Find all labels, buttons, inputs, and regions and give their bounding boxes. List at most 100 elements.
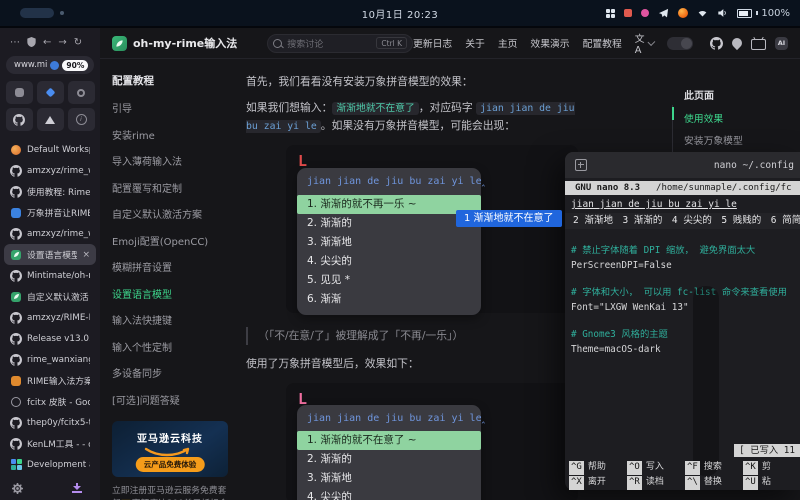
ad-brand: 亚马逊云科技 [112, 430, 228, 445]
tab-tutorial[interactable]: 使用教程: Rime [4, 181, 96, 202]
github-icon [10, 165, 22, 177]
language-switcher[interactable]: 文A [635, 31, 654, 56]
gitee-icon[interactable] [730, 36, 744, 50]
ai-icon[interactable]: AI [775, 37, 788, 50]
site-title[interactable]: oh-my-rime输入法 [133, 35, 237, 51]
candidate-1: 1. 渐渐的就不再一乐 ~ [297, 195, 481, 214]
terminal-window[interactable]: nano ~/.config GNU nano 8.3 /home/sunmap… [565, 152, 800, 490]
github-icon [10, 186, 22, 198]
tab-wanxiang-pinyin[interactable]: 万象拼音让RIME [4, 202, 96, 223]
extension-button-2[interactable] [37, 81, 64, 104]
tab-rime-scheme[interactable]: RIME输入法方案 [4, 370, 96, 391]
zoom-badge[interactable]: 90% [62, 60, 88, 71]
search-shortcut: Ctrl K [376, 37, 407, 49]
back-icon[interactable]: ← [43, 37, 51, 48]
candidate-window: jian jian de jiu bu zai yi le‸ 1. 渐渐的就不再… [297, 168, 481, 315]
ring-icon [77, 89, 85, 97]
sidebar-item-install-rime[interactable]: 安装rime [112, 127, 236, 142]
firefox-icon[interactable] [678, 8, 688, 18]
fcitx-candidate-strip: 2 渐渐地 3 渐渐的 4 尖尖的 5 贱贱的 6 简简单 [565, 213, 800, 229]
nav-about[interactable]: 关于 [465, 36, 485, 50]
nav-home[interactable]: 主页 [498, 36, 518, 50]
tab-rime-wanxiang-3[interactable]: rime_wanxiang/ [4, 349, 96, 370]
extension-button-3[interactable] [68, 81, 95, 104]
system-bar: 10月1日 20:23 100% [0, 0, 800, 26]
new-tab-icon[interactable] [575, 159, 587, 171]
battery-percent: 100% [761, 8, 790, 19]
toc-item-install-model[interactable]: 安装万象模型 [684, 133, 800, 147]
shortcut-key: ^O [627, 461, 642, 475]
shield-icon[interactable] [27, 37, 36, 47]
tab-close-icon[interactable]: × [82, 250, 90, 260]
tab-rime-wanxiang[interactable]: amzxyz/rime_wa [4, 160, 96, 181]
shortcut-key: ^R [627, 476, 642, 490]
sidebar-item-emoji[interactable]: Emoji配置(OpenCC) [112, 233, 236, 248]
docs-sidebar-nav: 配置教程 引导 安装rime 导入薄荷输入法 配置覆写和定制 自定义默认激活方案… [100, 59, 236, 500]
extension-button-5[interactable] [37, 108, 64, 131]
telegram-icon[interactable] [658, 8, 669, 19]
extension-icon-1 [15, 88, 24, 97]
bilibili-icon[interactable] [751, 39, 766, 50]
extension-grid: i [0, 81, 100, 131]
tab-fcitx-skin[interactable]: fcitx 皮肤 - Goo [4, 391, 96, 412]
tab-custom-scheme[interactable]: 自定义默认激活 [4, 286, 96, 307]
toc-item-usage-effect[interactable]: 使用效果 [684, 111, 800, 125]
terminal-preedit: jian jian de jiu bu zai yi le [571, 197, 800, 213]
sidebar-item-hotkeys[interactable]: 输入法快捷键 [112, 312, 236, 327]
sidebar-item-sync[interactable]: 多设备同步 [112, 365, 236, 380]
tab-language-model-active[interactable]: 设置语言模型× [4, 244, 96, 265]
shortcut-key: ^G [569, 461, 584, 475]
ad-widget[interactable]: 亚马逊云科技 云产品免费体验 立即注册亚马逊云服务免费套餐💳享额度达200美元抵… [112, 421, 228, 500]
nav-changelog[interactable]: 更新日志 [413, 36, 452, 50]
paragraph-1: 首先，我们看看没有安装万象拼音模型的效果： [246, 73, 586, 91]
nav-tutorial[interactable]: 配置教程 [583, 36, 622, 50]
tab-default-workspace[interactable]: Default Worksp [4, 139, 96, 160]
site-icon [11, 376, 21, 386]
candidate-6: 6. 渐渐 [307, 290, 471, 309]
app-grid-icon[interactable] [606, 9, 615, 18]
downloads-icon[interactable] [72, 483, 82, 493]
search-box[interactable]: 搜索讨论 Ctrl K [267, 34, 413, 53]
nano-header: GNU nano 8.3 /home/sunmaple/.config/fc [565, 181, 800, 195]
github-icon [10, 333, 22, 345]
github-icon[interactable] [710, 37, 723, 50]
extension-button-1[interactable] [6, 81, 33, 104]
terminal-titlebar[interactable]: nano ~/.config [565, 152, 800, 178]
settings-gear-icon[interactable] [12, 483, 23, 494]
ad-image[interactable]: 亚马逊云科技 云产品免费体验 [112, 421, 228, 477]
sidebar-item-fuzzy-pinyin[interactable]: 模糊拼音设置 [112, 259, 236, 274]
sidebar-item-override[interactable]: 配置覆写和定制 [112, 180, 236, 195]
wifi-icon[interactable] [697, 8, 708, 18]
volume-icon[interactable] [717, 8, 728, 18]
tab-mintimate[interactable]: Mintimate/oh-my [4, 265, 96, 286]
tab-release[interactable]: Release v13.0.3 [4, 328, 96, 349]
extension-button-6[interactable]: i [68, 108, 95, 131]
paragraph-2: 如果我们想输入：渐渐地就不在意了，对应码字 jian jian de jiu b… [246, 99, 586, 135]
sidebar-item-default-scheme[interactable]: 自定义默认激活方案 [112, 206, 236, 221]
extension-button-4[interactable] [6, 108, 33, 131]
tab-kenlm[interactable]: KenLM工具 - - c [4, 433, 96, 454]
nano-status-message: [ 已写入 11 [734, 444, 800, 457]
nav-demo[interactable]: 效果演示 [530, 36, 569, 50]
tab-rime-lm[interactable]: amzxyz/RIME-LM [4, 307, 96, 328]
tab-fcitx5-theme[interactable]: thep0y/fcitx5-th [4, 412, 96, 433]
site-logo-icon[interactable] [112, 36, 127, 51]
forward-icon[interactable]: → [58, 37, 66, 48]
sidebar-item-personalize[interactable]: 输入个性定制 [112, 339, 236, 354]
sidebar-item-guide[interactable]: 引导 [112, 100, 236, 115]
dark-mode-toggle[interactable] [667, 37, 693, 50]
menu-ellipsis-icon[interactable]: ⋯ [10, 37, 20, 48]
tab-rime-wanxiang-2[interactable]: amzxyz/rime_wa [4, 223, 96, 244]
sidebar-item-faq[interactable]: [可选]问题答疑 [112, 392, 236, 407]
tab-development[interactable]: Development an [4, 454, 96, 475]
dev-colorful-icon [11, 459, 22, 470]
sidebar-item-import-mint[interactable]: 导入薄荷输入法 [112, 153, 236, 168]
tray-app-icon-1[interactable] [624, 9, 632, 17]
sidebar-item-language-model-active[interactable]: 设置语言模型 [112, 286, 236, 301]
tray-app-icon-2[interactable] [641, 9, 649, 17]
reload-icon[interactable]: ↻ [74, 37, 82, 48]
sparkle-icon [45, 88, 55, 98]
ad-button[interactable]: 云产品免费体验 [136, 457, 205, 472]
url-bar[interactable]: www.mi 90% [6, 56, 94, 74]
config-comment-font: # 字体和大小， 可以用 fc-list 命令来查看使用 [571, 285, 800, 300]
